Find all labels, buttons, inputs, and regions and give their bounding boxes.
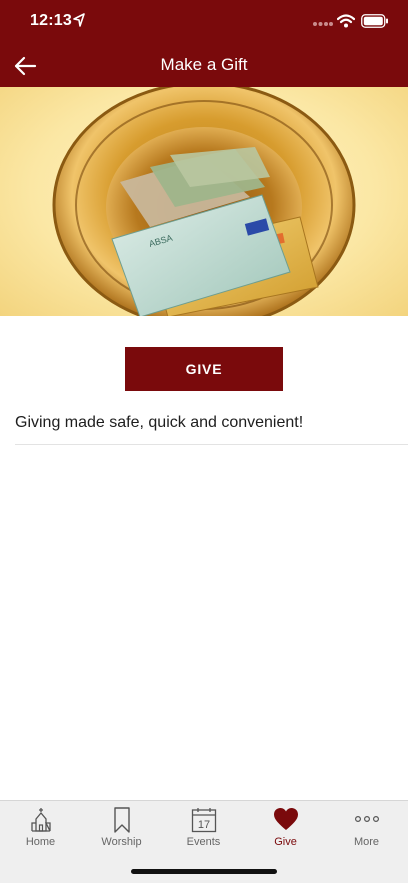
status-bar: 12:13 — [0, 0, 408, 44]
tab-more[interactable]: More — [326, 801, 407, 857]
home-indicator — [131, 869, 277, 874]
tab-home-label: Home — [25, 836, 56, 848]
bookmark-icon — [113, 807, 130, 833]
more-dots-icon — [354, 815, 379, 823]
page-title: Make a Gift — [160, 55, 248, 74]
signal-dots-icon — [313, 22, 333, 26]
tab-events-label: Events — [186, 836, 221, 848]
church-icon — [30, 808, 51, 832]
wifi-icon — [337, 14, 355, 28]
status-time: 12:13 — [30, 12, 72, 29]
hero-image: ABSA — [0, 87, 408, 316]
tab-give-label: Give — [274, 836, 297, 848]
divider — [15, 444, 408, 445]
tab-home[interactable]: Home — [0, 801, 81, 857]
tab-worship-label: Worship — [101, 836, 142, 848]
battery-icon — [361, 14, 388, 28]
collection-plate-image: ABSA — [52, 87, 356, 316]
calendar-icon: 17 — [191, 808, 216, 833]
location-arrow-icon — [73, 13, 85, 27]
heart-icon — [273, 808, 298, 830]
tab-events[interactable]: 17 Events — [163, 801, 244, 857]
tab-worship[interactable]: Worship — [81, 801, 162, 857]
tab-give[interactable]: Give — [245, 801, 326, 857]
navigation-bar: Make a Gift — [0, 44, 408, 87]
tab-more-label: More — [353, 836, 380, 848]
calendar-day-number: 17 — [197, 819, 209, 831]
give-button[interactable]: GIVE — [125, 347, 283, 391]
giving-tagline: Giving made safe, quick and convenient! — [15, 414, 304, 431]
